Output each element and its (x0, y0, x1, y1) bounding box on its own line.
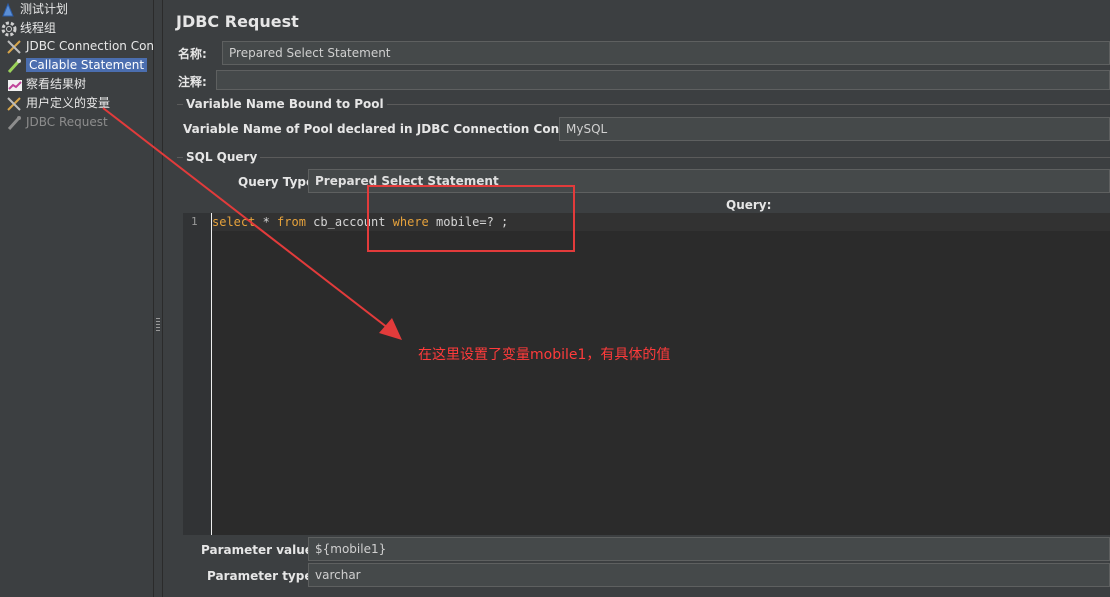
annotation-arrow (102, 107, 402, 340)
annotation-text: 在这里设置了变量mobile1，有具体的值 (418, 347, 671, 363)
